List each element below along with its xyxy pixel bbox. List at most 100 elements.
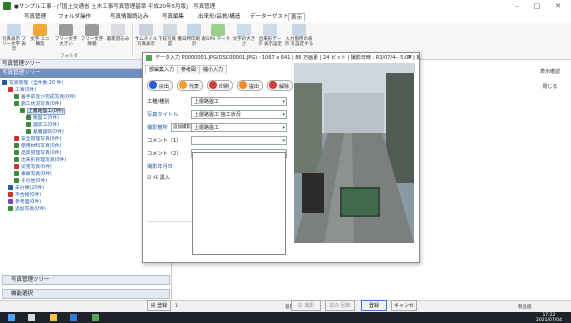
tree-item-selected[interactable]: 上層路盤工(0件) (20, 108, 65, 115)
chevron-down-icon: ▾ (282, 99, 285, 105)
photo-title-select[interactable]: 上層路盤工 施工状況 ▾ (191, 110, 287, 119)
close-panel-button[interactable]: 閉じる (535, 83, 565, 92)
worktype-select[interactable]: 上層路盤工 ▾ (191, 97, 287, 106)
folder-icon (14, 143, 19, 148)
photo-display-icon (7, 24, 21, 36)
lower-photo-icon (163, 24, 177, 36)
tree-root-icon (2, 80, 7, 85)
dialog-app-icon (146, 55, 152, 61)
ribbon-reload-button[interactable]: 最新読込み (106, 23, 130, 57)
menu-shape-quality[interactable]: 出来形/品質/構造 (198, 13, 240, 21)
cancel-button[interactable]: キャンセル (391, 300, 417, 319)
folder-icon (20, 108, 25, 113)
function-select-button[interactable]: 機能選択 (2, 289, 170, 299)
ribbon-show-photo-button[interactable]: 写真表示 フリー文字 表示 (2, 23, 26, 57)
folder-icon (26, 122, 31, 127)
prev-register-button[interactable]: 戻 登録 (147, 300, 171, 311)
prev-rotate-button[interactable]: 前の 回転 (325, 300, 355, 311)
tree-item[interactable]: 舗装工(0件) (26, 122, 59, 129)
tree-item[interactable]: その他(0件) (14, 178, 47, 185)
photo-tree-button[interactable]: 写真管理ツリー (2, 275, 170, 285)
mail-icon[interactable] (70, 314, 77, 321)
tree-item[interactable]: 不合格(0件) (8, 192, 41, 199)
date-print-icon (187, 24, 201, 36)
tree-item[interactable]: 参考図(0件) (8, 199, 41, 206)
memo-checkbox[interactable]: ☑ ﾒﾓ 黒入 (147, 174, 191, 182)
menu-view[interactable]: 表示 (288, 13, 306, 21)
clear-icon (269, 81, 277, 89)
text-small-icon (85, 24, 99, 36)
tree-item[interactable]: 施工状況写真(0件) (14, 101, 61, 108)
ribbon-text-large-button[interactable]: フリー文字 大きい (54, 23, 78, 57)
action-clear-button[interactable]: 解除 (267, 80, 294, 91)
menu-data-guest[interactable]: データーゲスト (250, 13, 289, 21)
prev-shoot-button[interactable]: 前 撮影 (291, 300, 321, 311)
dropdown-list[interactable] (192, 152, 286, 255)
tree-item[interactable]: 災害写真(0件) (14, 164, 52, 171)
tree-item[interactable]: 写真管理（全件数 20 件） (2, 80, 66, 87)
ribbon-text-mini-button[interactable]: 文字 ミニ 構造 (28, 23, 52, 57)
explorer-icon[interactable] (50, 314, 57, 321)
app-icon (3, 2, 11, 10)
close-button[interactable]: ✕ (550, 1, 566, 11)
taskbar: 17:22 2021/07/04 (0, 312, 571, 323)
task-view-icon[interactable] (28, 314, 35, 321)
field-label-photo-title: 写真タイトル (147, 112, 179, 118)
tree-item[interactable]: 使用材料写真(0件) (14, 143, 61, 150)
menu-photo-management[interactable]: 写真管理 (24, 13, 46, 21)
tab-reference[interactable]: 参考図 (177, 65, 201, 74)
display-confirm-button[interactable]: 表示確認 (535, 68, 565, 77)
folder-icon (8, 192, 13, 197)
menu-photo-import[interactable]: 写真情報読込み (110, 13, 149, 21)
comment1-select[interactable]: ▾ (191, 136, 287, 145)
folder-icon (26, 115, 31, 120)
tree-item[interactable]: 出来形管理写真(0件) (14, 157, 66, 164)
folder-icon (14, 94, 19, 99)
status-bar: 1 基層舗装工 | 製品版 (0, 300, 571, 312)
folder-icon (8, 87, 13, 92)
return-icon (149, 81, 157, 89)
tree-item[interactable]: 路盤工(0件) (26, 115, 59, 122)
tree-item[interactable]: 工事(0件) (8, 87, 36, 94)
windows-start-icon[interactable] (8, 314, 15, 321)
action-return-button[interactable]: 戻出 (147, 80, 174, 91)
menu-bar: 写真管理 フォルダ操作 写真情報読込み 写真編集 出来形/品質/構造 データーゲ… (0, 12, 571, 22)
tree-item[interactable]: 着手前及び完成写真(0件) (14, 94, 76, 101)
ribbon-group-label: フォルダ (60, 54, 78, 59)
folder-icon (8, 199, 13, 204)
text-large-icon (59, 24, 73, 36)
register-button[interactable]: 登録 (361, 300, 387, 311)
tree-item[interactable]: 未分類(20件) (8, 185, 44, 192)
tree-item[interactable]: 基層舗装(0件) (26, 129, 64, 136)
fix-tag[interactable]: 追加撮影 (171, 123, 193, 132)
location-select[interactable]: 上層路盤工 ▾ (191, 123, 287, 132)
tab-part-edit[interactable]: 部編集入力 (145, 65, 179, 74)
chevron-down-icon: ▾ (282, 125, 285, 131)
dialog-close-button[interactable]: ✕ (407, 54, 412, 61)
photo-preview (294, 63, 414, 243)
tree-item[interactable]: 安全管理写真(0件) (14, 136, 61, 143)
chevron-down-icon: ▾ (282, 112, 285, 118)
status-right: 製品版 (518, 305, 532, 310)
tab-shrink-input[interactable]: 縮小入力 (199, 65, 228, 74)
folder-icon (14, 171, 19, 176)
folder-icon (8, 206, 13, 211)
ribbon-text-desc-button[interactable]: フリー文字 降順 (80, 23, 104, 57)
menu-photo-edit[interactable]: 写真編集 (162, 13, 184, 21)
action-print-button[interactable]: 印刷 (207, 80, 234, 91)
field-label-location: 撮影箇所 (147, 125, 168, 131)
app-taskbar-icon[interactable] (92, 314, 99, 321)
title-bar: ●サンプル工事 - [「国土交通省 土木工事写真管理基準 平成20年5月版」 写… (0, 0, 571, 12)
action-submit-button[interactable]: 提出 (237, 80, 264, 91)
submit-icon (239, 81, 247, 89)
action-representative-button[interactable]: 代表 (177, 80, 204, 91)
minimize-button[interactable]: – (509, 1, 525, 11)
dialog-minimize-button[interactable]: – (395, 54, 398, 61)
tree-item[interactable]: 事故写真(0件) (14, 171, 52, 178)
window-title: ●サンプル工事 - [「国土交通省 土木工事写真管理基準 平成20年5月版」 写… (14, 4, 216, 10)
menu-folder-ops[interactable]: フォルダ操作 (58, 13, 91, 21)
folder-icon (14, 157, 19, 162)
tree-item[interactable]: 品質管理写真(0件) (14, 150, 61, 157)
maximize-button[interactable]: □ (529, 1, 545, 11)
tree-item[interactable]: 追加写真(0件) (8, 206, 46, 213)
